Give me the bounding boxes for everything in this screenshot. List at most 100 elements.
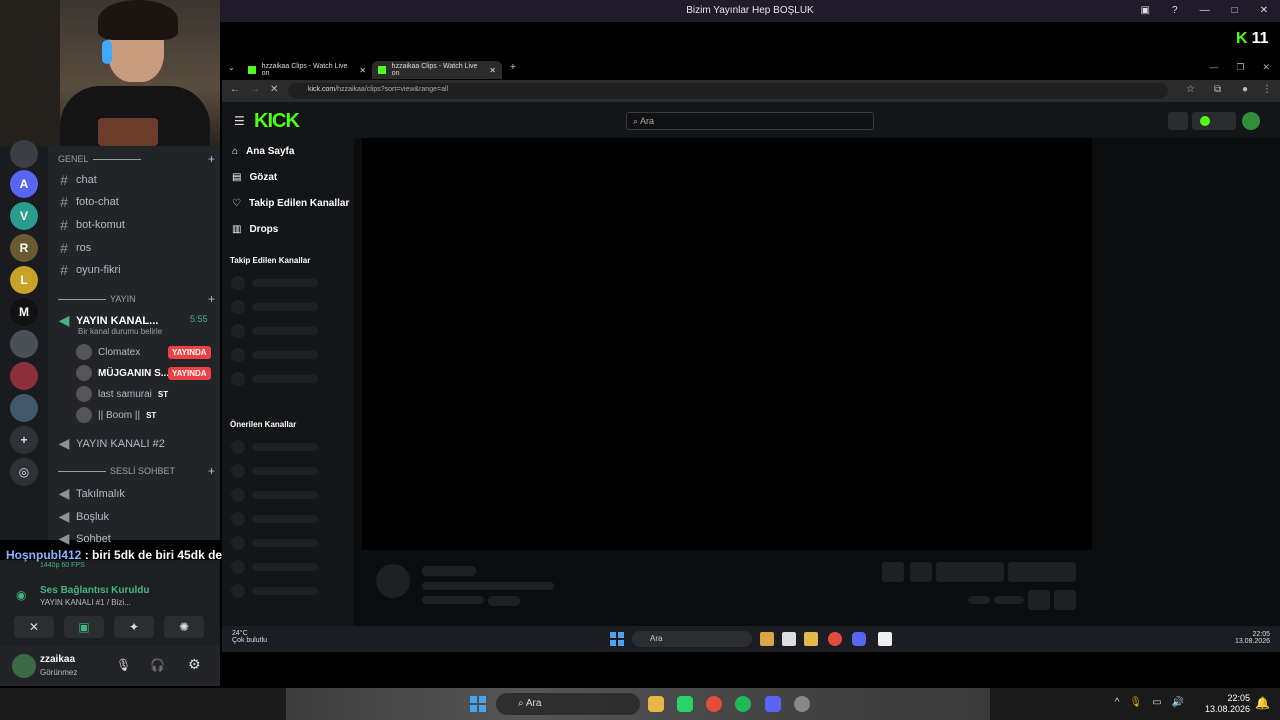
voice-channel[interactable]: ◀ Sohbet [58, 530, 111, 547]
voice-user[interactable]: Clomatex [76, 344, 140, 360]
voice-channel[interactable]: ◀ Boşluk [58, 508, 109, 525]
voice-status-text[interactable]: Bir kanal durumu belirle [78, 327, 162, 336]
extensions-icon[interactable]: ⧉ [1214, 84, 1221, 95]
close-icon[interactable]: ✕ [1262, 62, 1270, 73]
connection-status[interactable]: Ses Bağlantısı Kuruldu [40, 585, 149, 596]
folder-icon[interactable] [760, 632, 774, 646]
server-icon[interactable]: A [10, 170, 38, 198]
volume-icon[interactable]: 🔊 [1172, 697, 1184, 708]
avatar[interactable] [12, 654, 36, 678]
channel-ros[interactable]: # ros [58, 240, 91, 256]
taskbar-search[interactable]: ⌕ Ara [496, 693, 640, 715]
whatsapp-icon[interactable] [677, 696, 693, 712]
minimize-icon[interactable]: — [1209, 62, 1218, 73]
url-bar[interactable]: kick.com/hzzaikaa/clips?sort=view&range=… [288, 83, 1168, 99]
skeleton-line [252, 587, 318, 595]
video-player[interactable] [362, 138, 1092, 550]
microphone-icon[interactable]: 🎙 [1129, 697, 1142, 708]
wallet-button[interactable] [1192, 112, 1236, 130]
windows-start-icon[interactable] [470, 696, 486, 712]
nav-browse[interactable]: ▤ Gözat [232, 172, 277, 183]
server-icon[interactable]: R [10, 234, 38, 262]
soundboard-button[interactable]: ✺ [164, 616, 204, 638]
server-icon[interactable] [10, 330, 38, 358]
voice-channel-2[interactable]: ◀ YAYIN KANALI #2 [58, 435, 165, 452]
discord-icon[interactable] [765, 696, 781, 712]
folder-icon[interactable] [804, 632, 818, 646]
explore-icon[interactable]: ◎ [10, 458, 38, 486]
discord-icon[interactable] [852, 632, 866, 646]
obs-icon[interactable] [794, 696, 810, 712]
taskbar-clock[interactable]: 22:05 13.08.2026 [1205, 693, 1250, 715]
store-icon[interactable] [782, 632, 796, 646]
gear-icon[interactable]: ⚙ [188, 656, 201, 673]
microphone-icon[interactable]: 🎙 [116, 658, 131, 672]
channel-chat[interactable]: # chat [58, 172, 97, 188]
help-icon[interactable]: ? [1172, 5, 1178, 16]
server-icon[interactable] [10, 394, 38, 422]
category-stream[interactable]: YAYIN + [58, 292, 215, 306]
add-channel-icon[interactable]: + [208, 152, 215, 166]
new-tab-icon[interactable]: + [510, 62, 516, 73]
channel-foto-chat[interactable]: # foto-chat [58, 194, 119, 210]
category-voice[interactable]: SESLİ SOHBET + [58, 464, 215, 478]
notification-icon[interactable]: 🔔 [1255, 696, 1270, 710]
user-name[interactable]: zzaikaa [40, 654, 75, 665]
folder-icon[interactable] [648, 696, 664, 712]
close-icon[interactable]: ✕ [1260, 5, 1268, 16]
connection-channel[interactable]: YAYIN KANALI #1 / Bizi... [40, 598, 131, 607]
add-channel-icon[interactable]: + [208, 464, 215, 478]
network-icon[interactable]: ▭ [1152, 697, 1161, 708]
taskbar-search[interactable]: Ara [632, 631, 752, 647]
screen-share-button[interactable]: ▣ [64, 616, 104, 638]
restore-icon[interactable]: ❐ [1236, 62, 1244, 73]
hamburger-icon[interactable]: ☰ [234, 114, 245, 128]
star-icon[interactable]: ☆ [1186, 84, 1195, 95]
search-input[interactable]: ⌕ Ara [626, 112, 874, 130]
chrome-icon[interactable] [828, 632, 842, 646]
nav-home[interactable]: ⌂ Ana Sayfa [232, 146, 294, 157]
back-icon[interactable]: ← [230, 84, 240, 95]
close-tab-icon[interactable]: ✕ [359, 66, 366, 75]
close-tab-icon[interactable]: ✕ [489, 66, 496, 75]
nav-following[interactable]: ♡ Takip Edilen Kanallar [232, 198, 349, 209]
weather-widget[interactable]: 24°C Çok bulutlu [232, 630, 267, 644]
add-channel-icon[interactable]: + [208, 292, 215, 306]
kick-logo[interactable]: KICK [254, 110, 300, 133]
camera-off-button[interactable]: ✕ [14, 616, 54, 638]
server-icon[interactable] [10, 362, 38, 390]
browser-tab-active[interactable]: hzzaikaa Clips - Watch Live on ✕ [372, 61, 502, 79]
chrome-icon[interactable] [706, 696, 722, 712]
stop-loading-icon[interactable]: ✕ [270, 84, 278, 95]
screen-icon[interactable]: ▣ [1141, 5, 1150, 16]
category-general[interactable]: GENEL + [58, 152, 215, 166]
voice-user[interactable]: || Boom || ST [76, 407, 156, 423]
menu-icon[interactable]: ⋮ [1262, 84, 1272, 95]
windows-start-icon[interactable] [610, 632, 624, 646]
forward-icon[interactable]: → [250, 84, 260, 95]
voice-channel[interactable]: ◀ Takılmalık [58, 485, 125, 502]
taskbar-clock[interactable]: 22:05 13.08.2026 [1235, 631, 1270, 645]
channel-oyun-fikri[interactable]: # oyun-fikri [58, 262, 121, 278]
server-icon[interactable] [10, 140, 38, 168]
channel-bot-komut[interactable]: # bot-komut [58, 217, 125, 233]
server-icon[interactable]: V [10, 202, 38, 230]
profile-icon[interactable]: ● [1242, 84, 1248, 95]
add-server-icon[interactable]: + [10, 426, 38, 454]
app-icon[interactable] [878, 632, 892, 646]
server-icon[interactable]: M [10, 298, 38, 326]
minimize-icon[interactable]: — [1200, 5, 1210, 16]
spotify-icon[interactable] [735, 696, 751, 712]
server-icon[interactable]: L [10, 266, 38, 294]
avatar[interactable] [1242, 112, 1260, 130]
browser-tab[interactable]: hzzaikaa Clips - Watch Live on ✕ [242, 61, 372, 79]
headphones-icon[interactable]: 🎧 [150, 658, 165, 672]
tray-chevron-icon[interactable]: ^ [1115, 697, 1120, 708]
nav-drops[interactable]: ▥ Drops [232, 224, 278, 235]
notifications-button[interactable] [1168, 112, 1188, 130]
activities-button[interactable]: ✦ [114, 616, 154, 638]
voice-user[interactable]: last samurai ST [76, 386, 168, 402]
tab-list-icon[interactable]: ⌄ [228, 63, 235, 72]
maximize-icon[interactable]: □ [1232, 5, 1238, 16]
voice-user[interactable]: MÜJGANIN S... [76, 365, 169, 381]
